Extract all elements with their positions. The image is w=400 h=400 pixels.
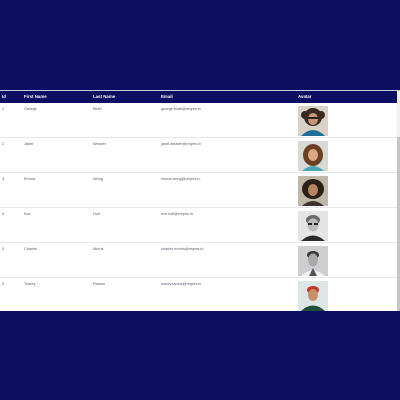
avatar-janet-weaver [298, 141, 328, 171]
column-header-last-name[interactable]: Last Name [91, 91, 159, 103]
column-header-first-name[interactable]: First Name [22, 91, 91, 103]
cell-last-name: Bluth [93, 107, 102, 111]
table-body: 1 George Bluth george.bluth@reqres.in 2 … [0, 103, 397, 311]
cell-first-name: Tracey [24, 282, 36, 286]
table-scroll-area: Id First Name Last Name Email Avatar 1 G… [0, 91, 397, 311]
column-header-avatar[interactable]: Avatar [296, 91, 397, 103]
cell-first-name: Eve [24, 212, 31, 216]
column-header-id[interactable]: Id [0, 91, 22, 103]
cell-id: 3 [2, 177, 5, 181]
cell-email: tracey.ramos@reqres.in [161, 282, 202, 286]
table-header-row: Id First Name Last Name Email Avatar [0, 91, 397, 103]
cell-email: emma.wong@reqres.in [161, 177, 201, 181]
cell-id: 5 [2, 247, 5, 251]
cell-email: charles.morris@reqres.in [161, 247, 204, 251]
table-row[interactable]: 1 George Bluth george.bluth@reqres.in [0, 103, 397, 138]
cell-email: george.bluth@reqres.in [161, 107, 201, 111]
cell-first-name: Janet [24, 142, 34, 146]
cell-avatar [296, 138, 397, 173]
cell-last-name: Wong [93, 177, 103, 181]
cell-avatar [296, 208, 397, 243]
cell-id: 1 [2, 107, 5, 111]
column-header-email[interactable]: Email [159, 91, 296, 103]
table-row[interactable]: 2 Janet Weaver janet.weaver@reqres.in [0, 138, 397, 173]
cell-last-name: Holt [93, 212, 100, 216]
table-row[interactable]: 3 Emma Wong emma.wong@reqres.in [0, 173, 397, 208]
cell-first-name: Charles [24, 247, 38, 251]
cell-last-name: Ramos [93, 282, 106, 286]
table-header: Id First Name Last Name Email Avatar [0, 91, 397, 103]
cell-first-name: Emma [24, 177, 35, 181]
cell-first-name: George [24, 107, 37, 111]
avatar-george-bluth [298, 106, 328, 136]
cell-email: janet.weaver@reqres.in [161, 142, 202, 146]
cell-id: 2 [2, 142, 5, 146]
cell-last-name: Weaver [93, 142, 107, 146]
cell-id: 6 [2, 282, 5, 286]
avatar-eve-holt [298, 211, 328, 241]
cell-avatar [296, 278, 397, 311]
cell-avatar [296, 243, 397, 278]
cell-avatar [296, 173, 397, 208]
users-table: Id First Name Last Name Email Avatar 1 G… [0, 91, 397, 311]
table-row[interactable]: 4 Eve Holt eve.holt@reqres.in [0, 208, 397, 243]
table-row[interactable]: 6 Tracey Ramos tracey.ramos@reqres.in [0, 278, 397, 311]
avatar-emma-wong [298, 176, 328, 206]
page: Id First Name Last Name Email Avatar 1 G… [0, 0, 400, 400]
cell-last-name: Morris [93, 247, 104, 251]
cell-email: eve.holt@reqres.in [161, 212, 193, 216]
avatar-tracey-ramos [298, 281, 328, 311]
cell-avatar [296, 103, 397, 138]
avatar-charles-morris [298, 246, 328, 276]
table-row[interactable]: 5 Charles Morris charles.morris@reqres.i… [0, 243, 397, 278]
users-table-panel: Id First Name Last Name Email Avatar 1 G… [0, 90, 400, 311]
cell-id: 4 [2, 212, 5, 216]
